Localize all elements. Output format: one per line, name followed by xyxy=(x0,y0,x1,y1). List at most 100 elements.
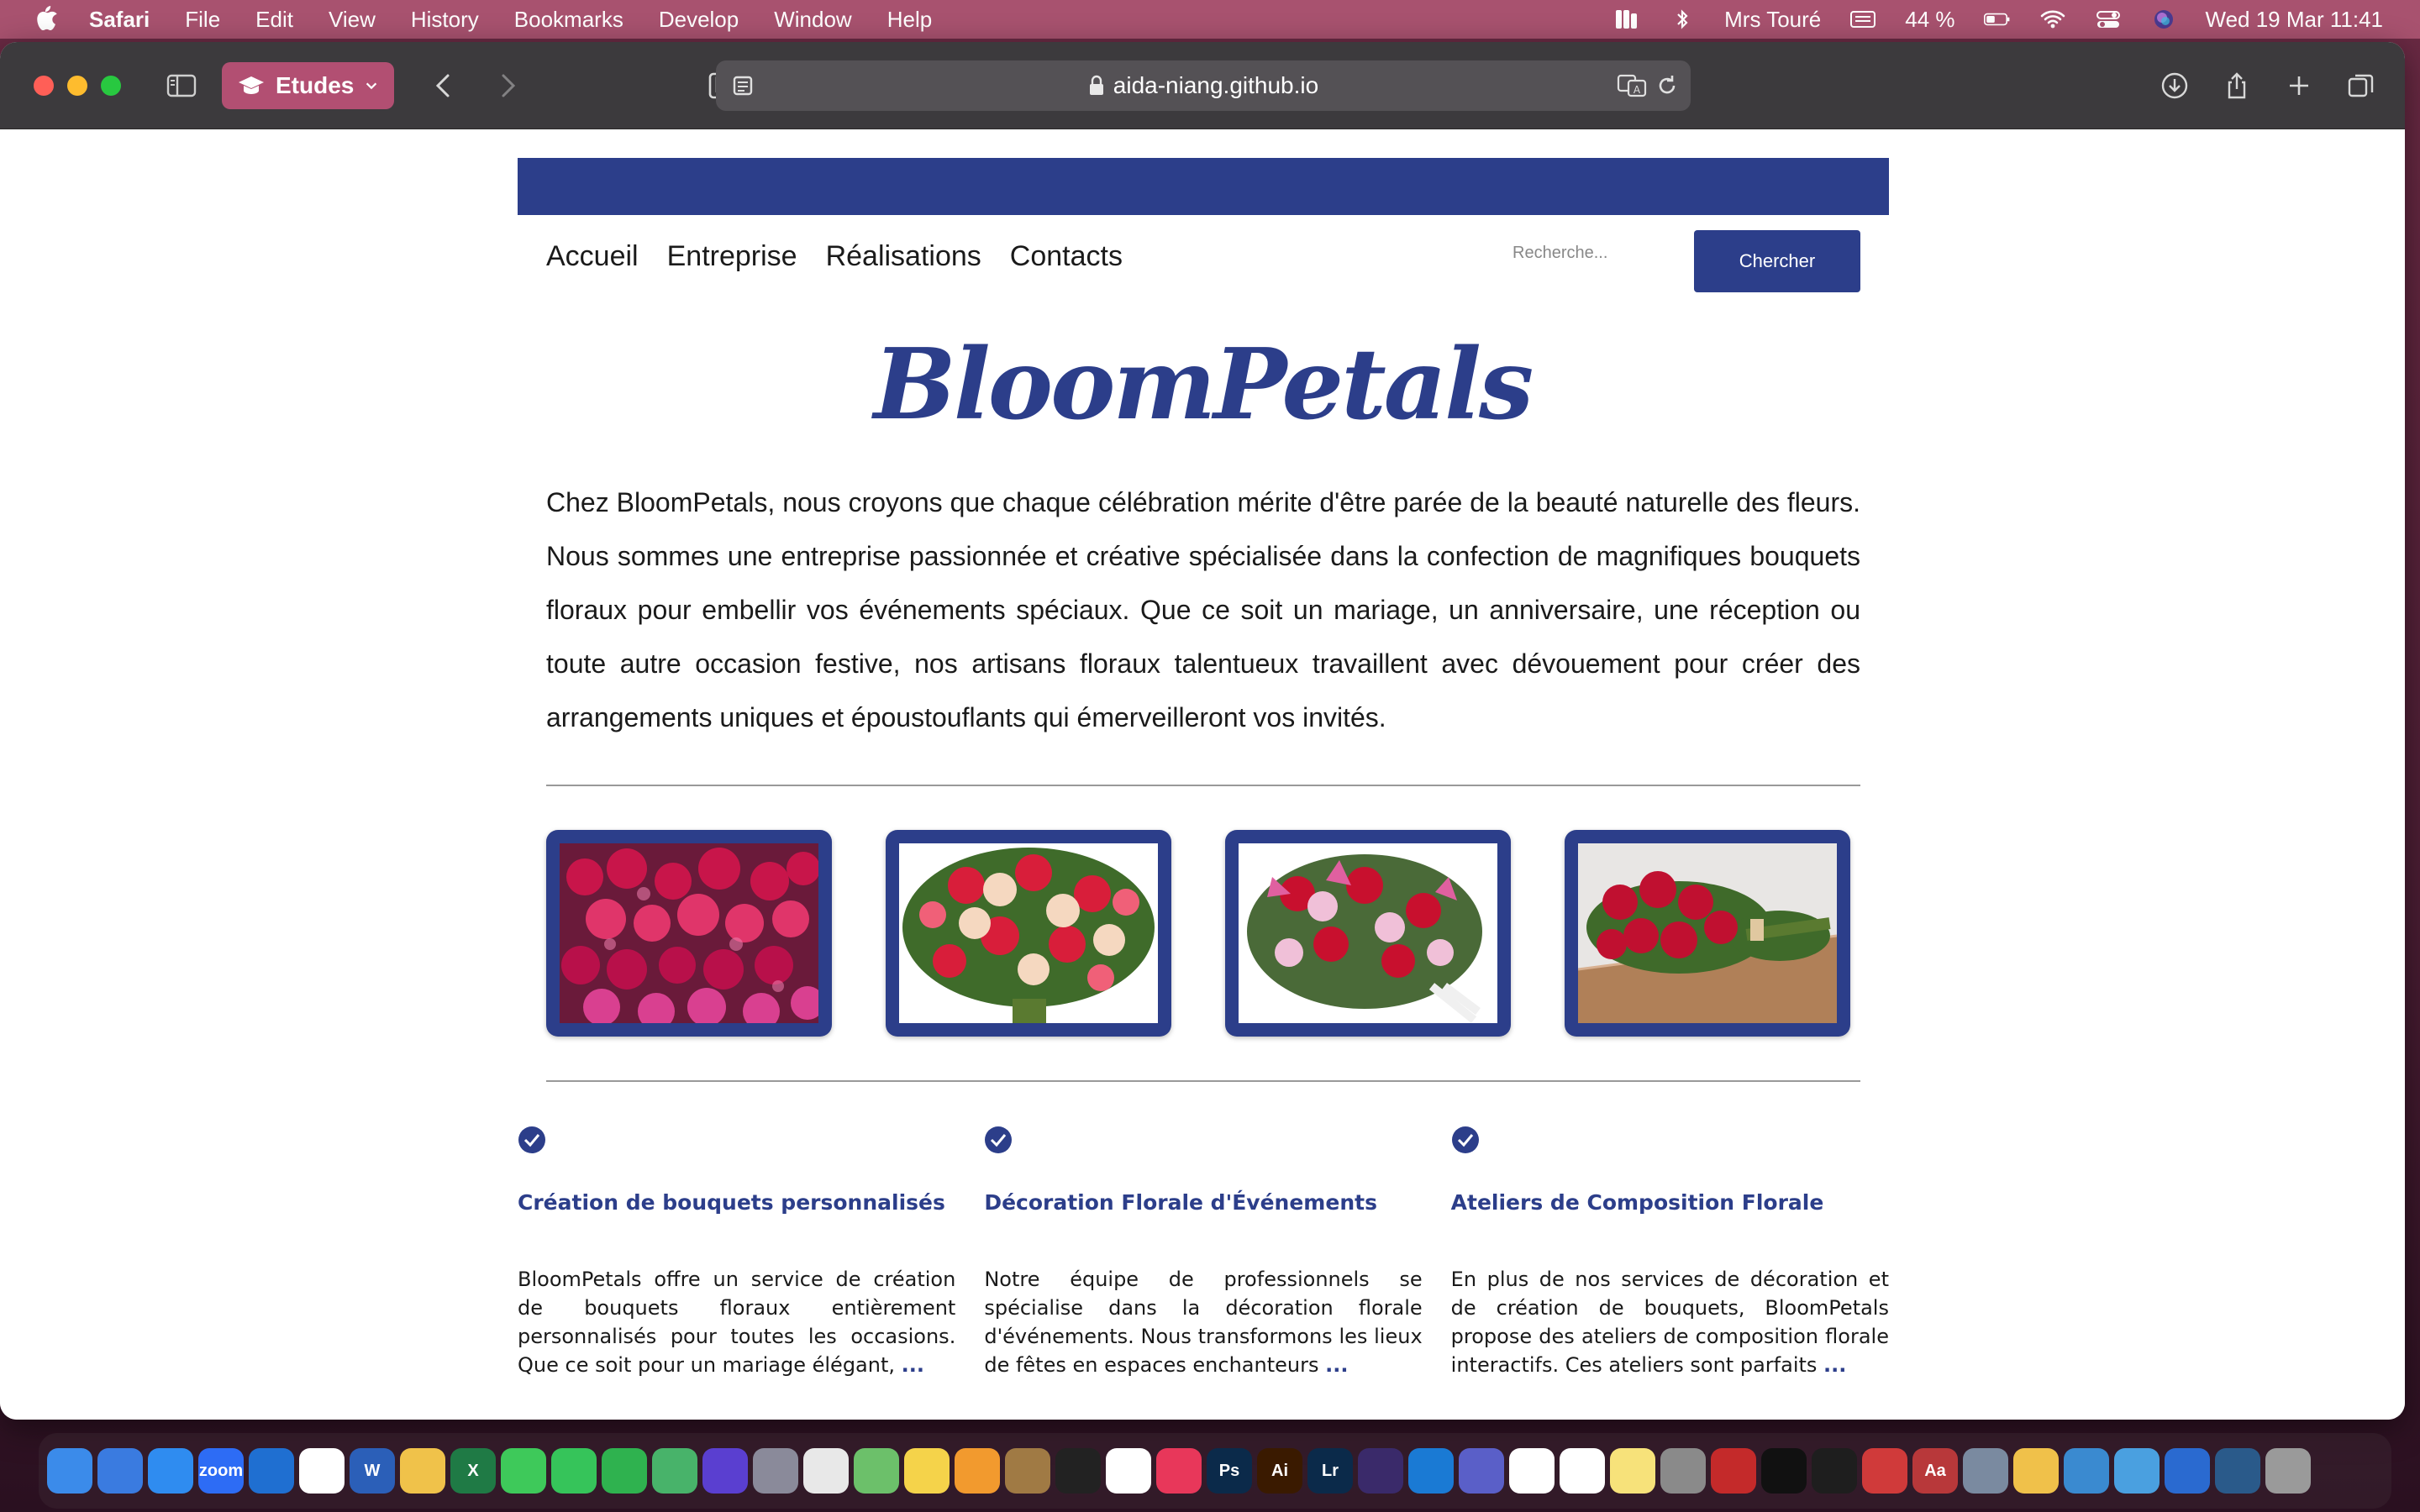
remote-icon[interactable] xyxy=(1862,1448,1907,1494)
numbers-icon[interactable] xyxy=(602,1448,647,1494)
mysql-workbench-icon[interactable] xyxy=(2215,1448,2260,1494)
keka-icon[interactable] xyxy=(1005,1448,1050,1494)
clock[interactable]: Wed 19 Mar 11:41 xyxy=(2206,7,2384,33)
audio-app-icon[interactable] xyxy=(1761,1448,1807,1494)
filezilla-icon[interactable] xyxy=(1711,1448,1756,1494)
launchpad-icon[interactable] xyxy=(753,1448,798,1494)
nav-link-contacts[interactable]: Contacts xyxy=(1010,240,1123,273)
maps-icon[interactable] xyxy=(854,1448,899,1494)
app-name[interactable]: Safari xyxy=(89,7,150,33)
search-input[interactable] xyxy=(1512,232,1681,274)
pages-icon[interactable] xyxy=(955,1448,1000,1494)
wifi-icon[interactable] xyxy=(2039,8,2066,30)
nav-link-accueil[interactable]: Accueil xyxy=(546,240,639,273)
xcode-icon[interactable] xyxy=(2165,1448,2210,1494)
reminders-icon[interactable] xyxy=(1560,1448,1605,1494)
notes-alt-icon[interactable] xyxy=(1610,1448,1655,1494)
browser-toolbar: Etudes aida-niang.github.io A xyxy=(0,42,2405,129)
gallery-image-2[interactable] xyxy=(886,830,1171,1037)
terminal-icon[interactable] xyxy=(1812,1448,1857,1494)
word-icon[interactable]: W xyxy=(350,1448,395,1494)
control-center-icon[interactable] xyxy=(2095,8,2122,30)
menu-help[interactable]: Help xyxy=(887,7,932,33)
sidebar-toggle-icon[interactable] xyxy=(163,67,200,104)
battery-icon[interactable] xyxy=(1983,8,2011,30)
gallery-image-1[interactable] xyxy=(546,830,832,1037)
facetime-icon[interactable] xyxy=(551,1448,597,1494)
teams-icon[interactable] xyxy=(1459,1448,1504,1494)
mail-icon[interactable] xyxy=(97,1448,143,1494)
calendar-icon[interactable] xyxy=(1509,1448,1555,1494)
menu-history[interactable]: History xyxy=(411,7,479,33)
address-bar[interactable]: aida-niang.github.io A xyxy=(716,60,1691,111)
creative-cloud-icon[interactable] xyxy=(1156,1448,1202,1494)
apple-menu-icon[interactable] xyxy=(34,5,59,34)
finder-icon[interactable] xyxy=(47,1448,92,1494)
page-menu-icon[interactable] xyxy=(724,67,761,104)
share-icon[interactable] xyxy=(2218,67,2255,104)
forward-button-icon[interactable] xyxy=(488,67,525,104)
lightroom-icon[interactable]: Lr xyxy=(1307,1448,1353,1494)
zoom-window-button[interactable] xyxy=(101,75,121,96)
features-section: Création de bouquets personnalisés Bloom… xyxy=(518,1126,1889,1379)
gallery-image-3[interactable] xyxy=(1225,830,1511,1037)
nav-link-realisations[interactable]: Réalisations xyxy=(826,240,981,273)
safari-icon[interactable] xyxy=(148,1448,193,1494)
menu-edit[interactable]: Edit xyxy=(255,7,293,33)
keyboard-input-icon[interactable] xyxy=(1849,8,1876,30)
siri-icon[interactable] xyxy=(2150,8,2177,30)
find-my-icon[interactable] xyxy=(652,1448,697,1494)
preview-icon[interactable] xyxy=(1963,1448,2008,1494)
menu-view[interactable]: View xyxy=(329,7,376,33)
zoom-icon[interactable]: zoom xyxy=(198,1448,244,1494)
new-tab-icon[interactable] xyxy=(2281,67,2317,104)
reload-icon[interactable] xyxy=(1649,67,1686,104)
slack-icon[interactable] xyxy=(299,1448,345,1494)
menu-file[interactable]: File xyxy=(185,7,220,33)
dictionary-icon[interactable]: Aa xyxy=(1912,1448,1958,1494)
trello-icon[interactable] xyxy=(249,1448,294,1494)
back-button-icon[interactable] xyxy=(426,67,463,104)
minimize-window-button[interactable] xyxy=(67,75,87,96)
menu-bookmarks[interactable]: Bookmarks xyxy=(514,7,623,33)
check-circle-icon xyxy=(985,1126,1013,1153)
chrome-icon[interactable] xyxy=(803,1448,849,1494)
illustrator-icon[interactable]: Ai xyxy=(1257,1448,1302,1494)
url-display: aida-niang.github.io xyxy=(716,72,1691,99)
excel-icon[interactable]: X xyxy=(450,1448,496,1494)
photos-icon[interactable] xyxy=(400,1448,445,1494)
search-button[interactable]: Chercher xyxy=(1694,230,1860,292)
nav-link-entreprise[interactable]: Entreprise xyxy=(667,240,797,273)
freeform-icon[interactable] xyxy=(1106,1448,1151,1494)
audio-meter-icon[interactable] xyxy=(1613,8,1640,30)
downloads-icon[interactable] xyxy=(2156,67,2193,104)
trash-icon[interactable] xyxy=(2265,1448,2311,1494)
user-name[interactable]: Mrs Touré xyxy=(1724,7,1821,33)
window-controls xyxy=(34,75,121,96)
read-more-link[interactable]: ... xyxy=(902,1353,924,1377)
siri-icon[interactable] xyxy=(702,1448,748,1494)
voice-memos-icon[interactable] xyxy=(1055,1448,1101,1494)
read-more-link[interactable]: ... xyxy=(1823,1353,1846,1377)
tab-overview-icon[interactable] xyxy=(2343,67,2380,104)
screen-tool-icon[interactable] xyxy=(1358,1448,1403,1494)
keychain-icon[interactable] xyxy=(2114,1448,2160,1494)
translate-icon[interactable]: A xyxy=(1613,67,1650,104)
site-logo: BloomPetals xyxy=(873,328,1534,442)
gallery-image-4[interactable] xyxy=(1565,830,1850,1037)
web-page: Accueil Entreprise Réalisations Contacts… xyxy=(0,129,2405,1420)
menu-bar: Safari File Edit View History Bookmarks … xyxy=(0,0,2420,39)
network-icon[interactable] xyxy=(2064,1448,2109,1494)
system-settings-icon[interactable] xyxy=(1660,1448,1706,1494)
menu-develop[interactable]: Develop xyxy=(659,7,739,33)
script-editor-icon[interactable] xyxy=(2013,1448,2059,1494)
read-more-link[interactable]: ... xyxy=(1325,1353,1348,1377)
messages-icon[interactable] xyxy=(501,1448,546,1494)
photoshop-icon[interactable]: Ps xyxy=(1207,1448,1252,1494)
tab-group-button[interactable]: Etudes xyxy=(222,61,395,109)
bluetooth-icon[interactable] xyxy=(1669,8,1696,30)
menu-window[interactable]: Window xyxy=(774,7,851,33)
close-window-button[interactable] xyxy=(34,75,54,96)
notes-icon[interactable] xyxy=(904,1448,950,1494)
vscode-icon[interactable] xyxy=(1408,1448,1454,1494)
